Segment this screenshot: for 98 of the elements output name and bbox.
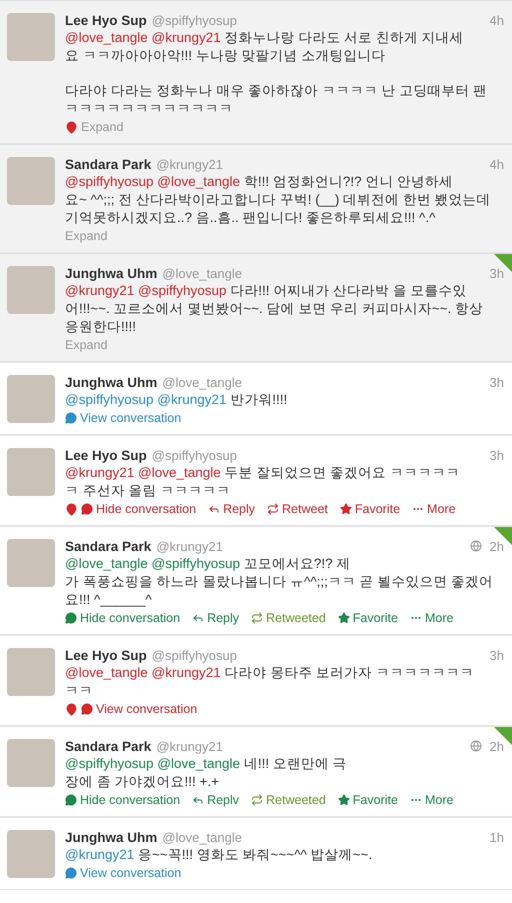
retweet-link[interactable]: Retweeted: [251, 611, 326, 625]
expand-link[interactable]: Expand: [65, 229, 108, 243]
tweet-time[interactable]: 2h: [470, 539, 504, 554]
reply-link[interactable]: Reply: [192, 611, 240, 625]
star-icon: [340, 503, 352, 515]
mention-link[interactable]: @krungy21: [152, 665, 221, 680]
user-handle[interactable]: @love_tangle: [162, 830, 242, 845]
mention-link[interactable]: @spiffyhyosup: [65, 756, 154, 771]
retweet-link[interactable]: Retweeted: [251, 793, 326, 807]
mention-link[interactable]: @krungy21: [65, 465, 134, 480]
user-name[interactable]: Lee Hyo Sup: [65, 448, 147, 463]
retweet-icon: [267, 503, 280, 515]
star-icon: [338, 794, 350, 806]
conversation-link[interactable]: Hide conversation: [65, 793, 180, 807]
reply-icon: [192, 794, 204, 806]
conversation-link[interactable]: Hide conversation: [65, 502, 196, 516]
tweet-time[interactable]: 4h: [490, 157, 504, 172]
tweet-text: @love_tangle @krungy21 정화누나랑 다라도 서로 친하게 지내세 요 ㅋㅋ까아아아악!!! 누나랑 맞팔기념 소개팅입니다 다라야 다라는 정화누나 매우 좋아하잖아 ㅋㅋㅋㅋ 난 고딩때부터 팬 ㅋㅋㅋㅋㅋㅋㅋㅋㅋㅋㅋㅋ: [65, 29, 488, 118]
favorite-link[interactable]: Favorite: [338, 793, 398, 807]
conversation-link[interactable]: Hide conversation: [65, 611, 180, 625]
avatar-placeholder[interactable]: [7, 739, 55, 787]
tweet-text: @love_tangle @spiffyhyosup 꼬모에서요?!? 제 가 폭풍쇼핑을 하느라 몰랐나봅니다 ㅠ^^;;;ㅋㅋ 곧 뵐수있으면 좋겠어 요!!! ^______^: [65, 555, 494, 609]
avatar-placeholder[interactable]: [7, 448, 55, 496]
speech-bubble-icon: [81, 503, 93, 515]
user-handle[interactable]: @spiffyhyosup: [152, 13, 237, 28]
tweet-time[interactable]: 3h: [490, 448, 504, 463]
user-name[interactable]: Junghwa Uhm: [65, 830, 158, 845]
speech-bubble-icon: [81, 703, 93, 715]
reply-icon: [192, 612, 204, 624]
mention-link[interactable]: @love_tangle: [157, 756, 240, 771]
conversation-link[interactable]: View conversation: [65, 866, 182, 880]
conversation-link[interactable]: View conversation: [65, 411, 182, 425]
star-icon: [338, 612, 350, 624]
mention-link[interactable]: @krungy21: [152, 30, 221, 45]
reply-link[interactable]: Reply: [208, 502, 256, 516]
user-name[interactable]: Sandara Park: [65, 739, 152, 754]
mention-link[interactable]: @love_tangle: [138, 465, 221, 480]
user-name[interactable]: Junghwa Uhm: [65, 266, 158, 281]
avatar-placeholder[interactable]: [7, 157, 55, 205]
tweet-text: @krungy21 @love_tangle 두분 잘되었으면 좋겠어요 ㅋㅋㅋㅋㅋ ㅋ 주선자 올림 ㅋㅋㅋㅋㅋ: [65, 464, 461, 500]
mention-link[interactable]: @spiffyhyosup: [65, 174, 154, 189]
avatar-placeholder[interactable]: [7, 830, 55, 878]
user-name[interactable]: Lee Hyo Sup: [65, 13, 147, 28]
reply-link[interactable]: Replv: [192, 793, 240, 807]
mention-link[interactable]: @love_tangle: [157, 174, 240, 189]
more-link[interactable]: More: [410, 793, 454, 807]
user-handle[interactable]: @krungy21: [156, 539, 223, 554]
expand-link[interactable]: Expand: [65, 120, 124, 134]
user-name[interactable]: Junghwa Uhm: [65, 375, 158, 390]
mention-link[interactable]: @spiffyhyosup: [138, 283, 227, 298]
user-name[interactable]: Sandara Park: [65, 157, 152, 172]
mention-link[interactable]: @krungy21: [65, 847, 134, 862]
avatar-placeholder[interactable]: [7, 266, 55, 314]
tweet-time[interactable]: 2h: [470, 739, 504, 754]
mention-link[interactable]: @krungy21: [157, 392, 227, 407]
tweet-time[interactable]: 4h: [490, 13, 504, 28]
speech-bubble-icon: [65, 612, 77, 624]
tweet-text: @love_tangle @krungy21 다라야 몽타주 보러가자 ㅋㅋㅋㅋㅋㅋㅋ ㅋㅋ: [65, 664, 475, 700]
tweet-time[interactable]: 1h: [490, 830, 504, 845]
user-handle[interactable]: @love_tangle: [162, 266, 242, 281]
avatar-placeholder[interactable]: [7, 539, 55, 587]
tweet-text: @spiffyhyosup @krungy21 반가워!!!!: [65, 391, 288, 409]
tweet-text: @krungy21 응~~꼭!!! 영화도 봐줘~~~^^ 밥살께~~.: [65, 846, 374, 864]
avatar-placeholder[interactable]: [7, 13, 55, 61]
tweet-time[interactable]: 3h: [490, 375, 504, 390]
user-handle[interactable]: @spiffyhyosup: [152, 448, 237, 463]
user-name[interactable]: Sandara Park: [65, 539, 152, 554]
expand-link[interactable]: Expand: [65, 338, 108, 352]
retweet-link[interactable]: Retweet: [267, 502, 328, 516]
retweet-icon: [251, 612, 264, 624]
avatar-placeholder[interactable]: [7, 375, 55, 423]
speech-bubble-icon: [65, 412, 77, 424]
mention-link[interactable]: @spiffyhyosup: [65, 392, 154, 407]
retweet-icon: [251, 794, 264, 806]
mention-link[interactable]: @love_tangle: [65, 30, 148, 45]
mention-link[interactable]: @krungy21: [65, 283, 134, 298]
mention-link[interactable]: @spiffyhyosup: [152, 556, 240, 571]
user-handle[interactable]: @love_tangle: [162, 375, 242, 390]
speech-bubble-icon: [65, 867, 77, 879]
mention-link[interactable]: @love_tangle: [65, 556, 148, 571]
tweet-text: @krungy21 @spiffyhyosup 다라!!! 어찌내가 산다라박 을 모를수있 어!!!~~. 꼬르소에서 몇번봤어~~. 담에 보면 우리 커피마시자~~. 항상 응원한다!!!!: [65, 282, 484, 336]
favorite-link[interactable]: Favorite: [340, 502, 400, 516]
more-link[interactable]: More: [412, 502, 456, 516]
tweet-text: @spiffyhyosup @love_tangle 네!!! 오랜만에 극 장에 좀 가야겠어요!!! +.+: [65, 755, 348, 791]
avatar-placeholder[interactable]: [7, 648, 55, 696]
conversation-link[interactable]: View conversation: [65, 702, 198, 716]
more-link[interactable]: More: [410, 611, 454, 625]
mention-link[interactable]: @love_tangle: [65, 665, 148, 680]
reply-icon: [208, 503, 220, 515]
favorite-link[interactable]: Favorite: [338, 611, 398, 625]
user-name[interactable]: Lee Hyo Sup: [65, 648, 147, 663]
speech-bubble-icon: [65, 794, 77, 806]
user-handle[interactable]: @krungy21: [156, 739, 223, 754]
tweet-time[interactable]: 3h: [490, 266, 504, 281]
user-handle[interactable]: @krungy21: [156, 157, 223, 172]
tweet-time[interactable]: 3h: [490, 648, 504, 663]
tweet-text: @spiffyhyosup @love_tangle 학!!! 엄정화언니?!? 언니 안녕하세 요~ ^^;;; 전 산다라박이라고합니다 꾸벅! (__) 데뷔전에 한번 뵀었는데 기억못하시겠지요..? 음..흠.. 팬입니다! 좋은하루되세요!!! ^.^: [65, 173, 492, 227]
user-handle[interactable]: @spiffyhyosup: [152, 648, 237, 663]
